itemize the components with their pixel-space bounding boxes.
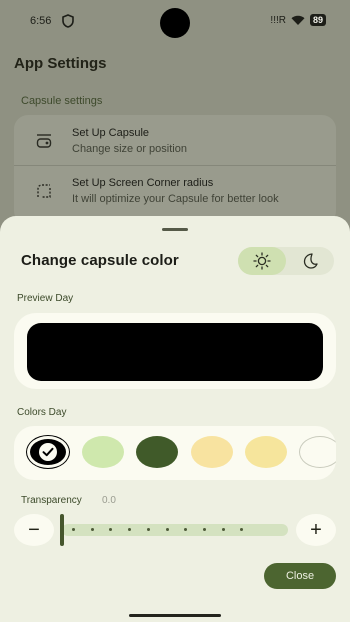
check-icon bbox=[39, 443, 57, 461]
status-time: 6:56 bbox=[30, 15, 52, 27]
slider-thumb[interactable] bbox=[60, 514, 64, 546]
color-swatch[interactable] bbox=[82, 436, 124, 468]
wifi-icon bbox=[291, 15, 305, 25]
moon-icon bbox=[303, 253, 318, 269]
camera-cutout bbox=[160, 8, 190, 38]
capsule-icon bbox=[36, 134, 52, 148]
item-subtitle: Change size or position bbox=[72, 143, 187, 155]
shield-icon bbox=[62, 14, 74, 28]
night-mode-button[interactable] bbox=[286, 247, 334, 275]
slider-tick bbox=[202, 528, 206, 531]
status-right: !!!R 89 bbox=[270, 14, 326, 26]
home-indicator bbox=[129, 614, 221, 617]
color-swatch-row bbox=[14, 426, 336, 480]
color-swatch[interactable] bbox=[299, 436, 336, 468]
setup-capsule-item[interactable]: Set Up Capsule Change size or position bbox=[14, 117, 336, 167]
settings-card: Set Up Capsule Change size or position S… bbox=[14, 115, 336, 225]
slider-tick bbox=[72, 528, 75, 531]
capsule-preview bbox=[27, 323, 323, 381]
day-mode-button[interactable] bbox=[238, 247, 286, 275]
close-button[interactable]: Close bbox=[264, 563, 336, 589]
color-swatch[interactable] bbox=[245, 436, 287, 468]
day-night-toggle bbox=[238, 247, 334, 275]
sheet-title: Change capsule color bbox=[21, 252, 179, 269]
color-swatch[interactable] bbox=[191, 436, 233, 468]
preview-label: Preview Day bbox=[17, 293, 74, 304]
color-swatch[interactable] bbox=[136, 436, 178, 468]
slider-tick bbox=[221, 528, 225, 531]
sun-icon bbox=[253, 252, 271, 270]
transparency-value: 0.0 bbox=[102, 495, 116, 506]
item-title: Set Up Capsule bbox=[72, 127, 150, 139]
section-label: Capsule settings bbox=[21, 95, 103, 107]
colors-label: Colors Day bbox=[17, 407, 67, 418]
item-subtitle: It will optimize your Capsule for better… bbox=[72, 193, 279, 205]
slider-tick bbox=[165, 528, 169, 531]
page-title: App Settings bbox=[14, 55, 107, 72]
color-swatch[interactable] bbox=[27, 436, 69, 468]
setup-corner-radius-item[interactable]: Set Up Screen Corner radius It will opti… bbox=[14, 167, 336, 217]
preview-panel bbox=[14, 313, 336, 389]
battery-icon: 89 bbox=[309, 14, 326, 26]
slider-tick bbox=[146, 528, 150, 531]
slider-tick bbox=[90, 528, 94, 531]
transparency-slider[interactable] bbox=[62, 524, 288, 536]
decrease-transparency-button[interactable]: − bbox=[14, 514, 54, 546]
drag-handle[interactable] bbox=[162, 228, 188, 231]
item-title: Set Up Screen Corner radius bbox=[72, 177, 214, 189]
corner-radius-icon bbox=[37, 184, 51, 198]
signal-icon: !!!R bbox=[270, 14, 286, 26]
color-bottom-sheet: Change capsule color Preview Day Colors … bbox=[0, 216, 350, 622]
divider bbox=[14, 165, 336, 166]
status-bar: 6:56 !!!R 89 bbox=[0, 0, 350, 44]
transparency-label: Transparency bbox=[21, 495, 82, 506]
increase-transparency-button[interactable]: + bbox=[296, 514, 336, 546]
